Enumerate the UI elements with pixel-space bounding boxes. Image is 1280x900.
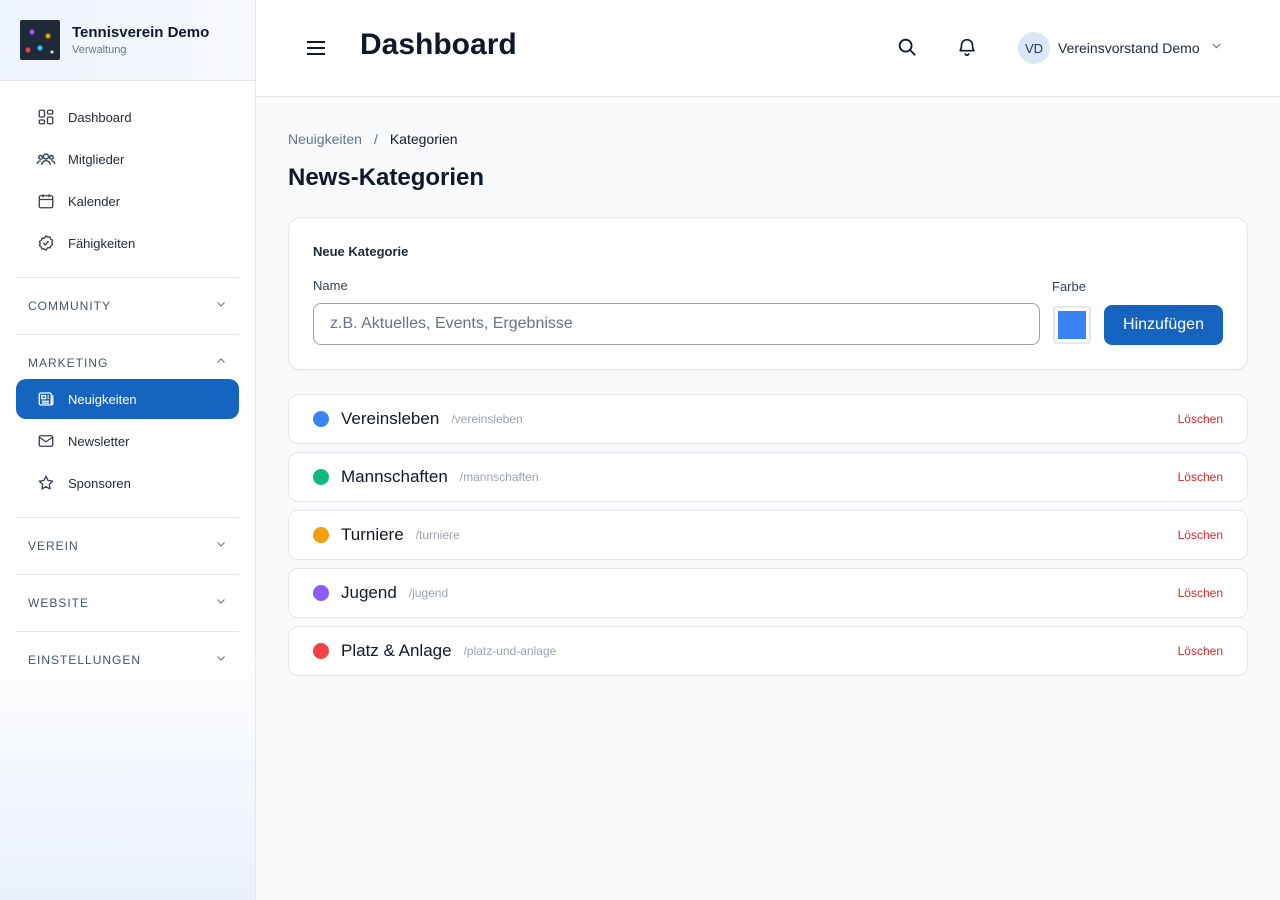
page-title: News-Kategorien <box>288 164 485 191</box>
list-item: Vereinsleben /vereinsleben Löschen <box>288 394 1248 444</box>
star-icon <box>36 473 56 493</box>
name-label: Name <box>313 278 348 293</box>
header-title: Dashboard <box>360 28 517 61</box>
sidebar-item-label: Newsletter <box>68 433 130 449</box>
new-category-card: Neue Kategorie Name Farbe Hinzufügen <box>288 217 1248 370</box>
sidebar-item-sponsoren[interactable]: Sponsoren <box>16 463 239 503</box>
bell-icon[interactable] <box>956 36 980 60</box>
category-color-dot <box>313 527 329 543</box>
delete-button[interactable]: Löschen <box>1178 470 1223 484</box>
category-slug: /turniere <box>415 528 460 542</box>
sidebar-item-label: Dashboard <box>68 109 132 125</box>
section-community[interactable]: COMMUNITY <box>16 277 239 334</box>
category-color-dot <box>313 585 329 601</box>
dashboard-icon <box>36 107 56 127</box>
sidebar-item-label: Mitglieder <box>68 151 125 167</box>
menu-icon[interactable] <box>304 36 328 60</box>
sidebar-item-newsletter[interactable]: Newsletter <box>16 421 239 461</box>
category-name: Turniere <box>341 525 404 544</box>
color-label: Farbe <box>1052 279 1086 294</box>
calendar-icon <box>36 191 56 211</box>
section-label: WEBSITE <box>28 596 90 610</box>
chevron-down-icon <box>1210 39 1223 57</box>
delete-button[interactable]: Löschen <box>1178 586 1223 600</box>
user-name: Vereinsvorstand Demo <box>1058 40 1200 56</box>
section-label: MARKETING <box>28 356 109 370</box>
sidebar-item-faehigkeiten[interactable]: Fähigkeiten <box>16 223 239 263</box>
section-label: VEREIN <box>28 539 79 553</box>
category-color-dot <box>313 643 329 659</box>
section-einstellungen[interactable]: EINSTELLUNGEN <box>16 631 239 688</box>
marketing-group: Neuigkeiten Newsletter Sponsoren <box>0 379 255 517</box>
breadcrumb: Neuigkeiten / Kategorien <box>288 131 1248 147</box>
section-label: EINSTELLUNGEN <box>28 653 142 667</box>
breadcrumb-current: Kategorien <box>389 131 458 147</box>
badge-check-icon <box>36 233 56 253</box>
list-item: Turniere /turniere Löschen <box>288 510 1248 560</box>
club-logo <box>20 20 60 60</box>
category-name: Mannschaften <box>341 467 448 486</box>
user-menu[interactable]: VD Vereinsvorstand Demo <box>1018 32 1223 64</box>
section-label: COMMUNITY <box>28 299 111 313</box>
chevron-up-icon <box>215 354 227 372</box>
sidebar-nav: Dashboard Mitglieder Kalender Fähigkeite… <box>0 81 255 263</box>
category-color-dot <box>313 411 329 427</box>
mail-icon <box>36 431 56 451</box>
add-category-button[interactable]: Hinzufügen <box>1104 305 1223 345</box>
color-swatch-fill <box>1058 311 1086 339</box>
sidebar-item-neuigkeiten[interactable]: Neuigkeiten <box>16 379 239 419</box>
sidebar-item-kalender[interactable]: Kalender <box>16 181 239 221</box>
section-verein[interactable]: VEREIN <box>16 517 239 574</box>
category-slug: /vereinsleben <box>451 412 523 426</box>
color-picker[interactable] <box>1053 306 1091 344</box>
brand[interactable]: Tennisverein Demo Verwaltung <box>0 0 255 81</box>
brand-subtitle: Verwaltung <box>72 44 127 56</box>
card-title: Neue Kategorie <box>313 244 409 259</box>
sidebar-item-mitglieder[interactable]: Mitglieder <box>16 139 239 179</box>
sidebar: Tennisverein Demo Verwaltung Dashboard M… <box>0 0 256 900</box>
category-color-dot <box>313 469 329 485</box>
list-item: Jugend /jugend Löschen <box>288 568 1248 618</box>
sidebar-item-dashboard[interactable]: Dashboard <box>16 97 239 137</box>
chevron-down-icon <box>215 297 227 315</box>
breadcrumb-parent[interactable]: Neuigkeiten <box>288 131 362 147</box>
avatar: VD <box>1018 32 1050 64</box>
chevron-down-icon <box>215 651 227 669</box>
search-icon[interactable] <box>896 36 920 60</box>
sidebar-item-label: Kalender <box>68 193 121 209</box>
delete-button[interactable]: Löschen <box>1178 412 1223 426</box>
category-slug: /mannschaften <box>459 470 539 484</box>
members-icon <box>36 149 56 169</box>
chevron-down-icon <box>215 537 227 555</box>
category-slug: /platz-und-anlage <box>463 644 557 658</box>
category-name: Vereinsleben <box>341 409 440 428</box>
delete-button[interactable]: Löschen <box>1178 644 1223 658</box>
chevron-down-icon <box>215 594 227 612</box>
brand-title: Tennisverein Demo <box>72 24 210 41</box>
category-slug: /jugend <box>408 586 449 600</box>
list-item: Mannschaften /mannschaften Löschen <box>288 452 1248 502</box>
main-content: Neuigkeiten / Kategorien News-Kategorien… <box>288 97 1248 684</box>
sidebar-item-label: Neuigkeiten <box>68 391 137 407</box>
sidebar-item-label: Sponsoren <box>68 475 131 491</box>
sidebar-item-label: Fähigkeiten <box>68 235 136 251</box>
top-header: Dashboard VD Vereinsvorstand Demo <box>256 0 1280 97</box>
breadcrumb-separator: / <box>373 131 378 147</box>
list-item: Platz & Anlage /platz-und-anlage Löschen <box>288 626 1248 676</box>
category-name: Jugend <box>341 583 397 602</box>
delete-button[interactable]: Löschen <box>1178 528 1223 542</box>
newspaper-icon <box>36 389 56 409</box>
section-website[interactable]: WEBSITE <box>16 574 239 631</box>
category-list: Vereinsleben /vereinsleben Löschen Manns… <box>288 394 1248 676</box>
brand-text: Tennisverein Demo Verwaltung <box>72 24 209 56</box>
category-name: Platz & Anlage <box>341 641 452 660</box>
category-name-input[interactable] <box>313 303 1040 345</box>
